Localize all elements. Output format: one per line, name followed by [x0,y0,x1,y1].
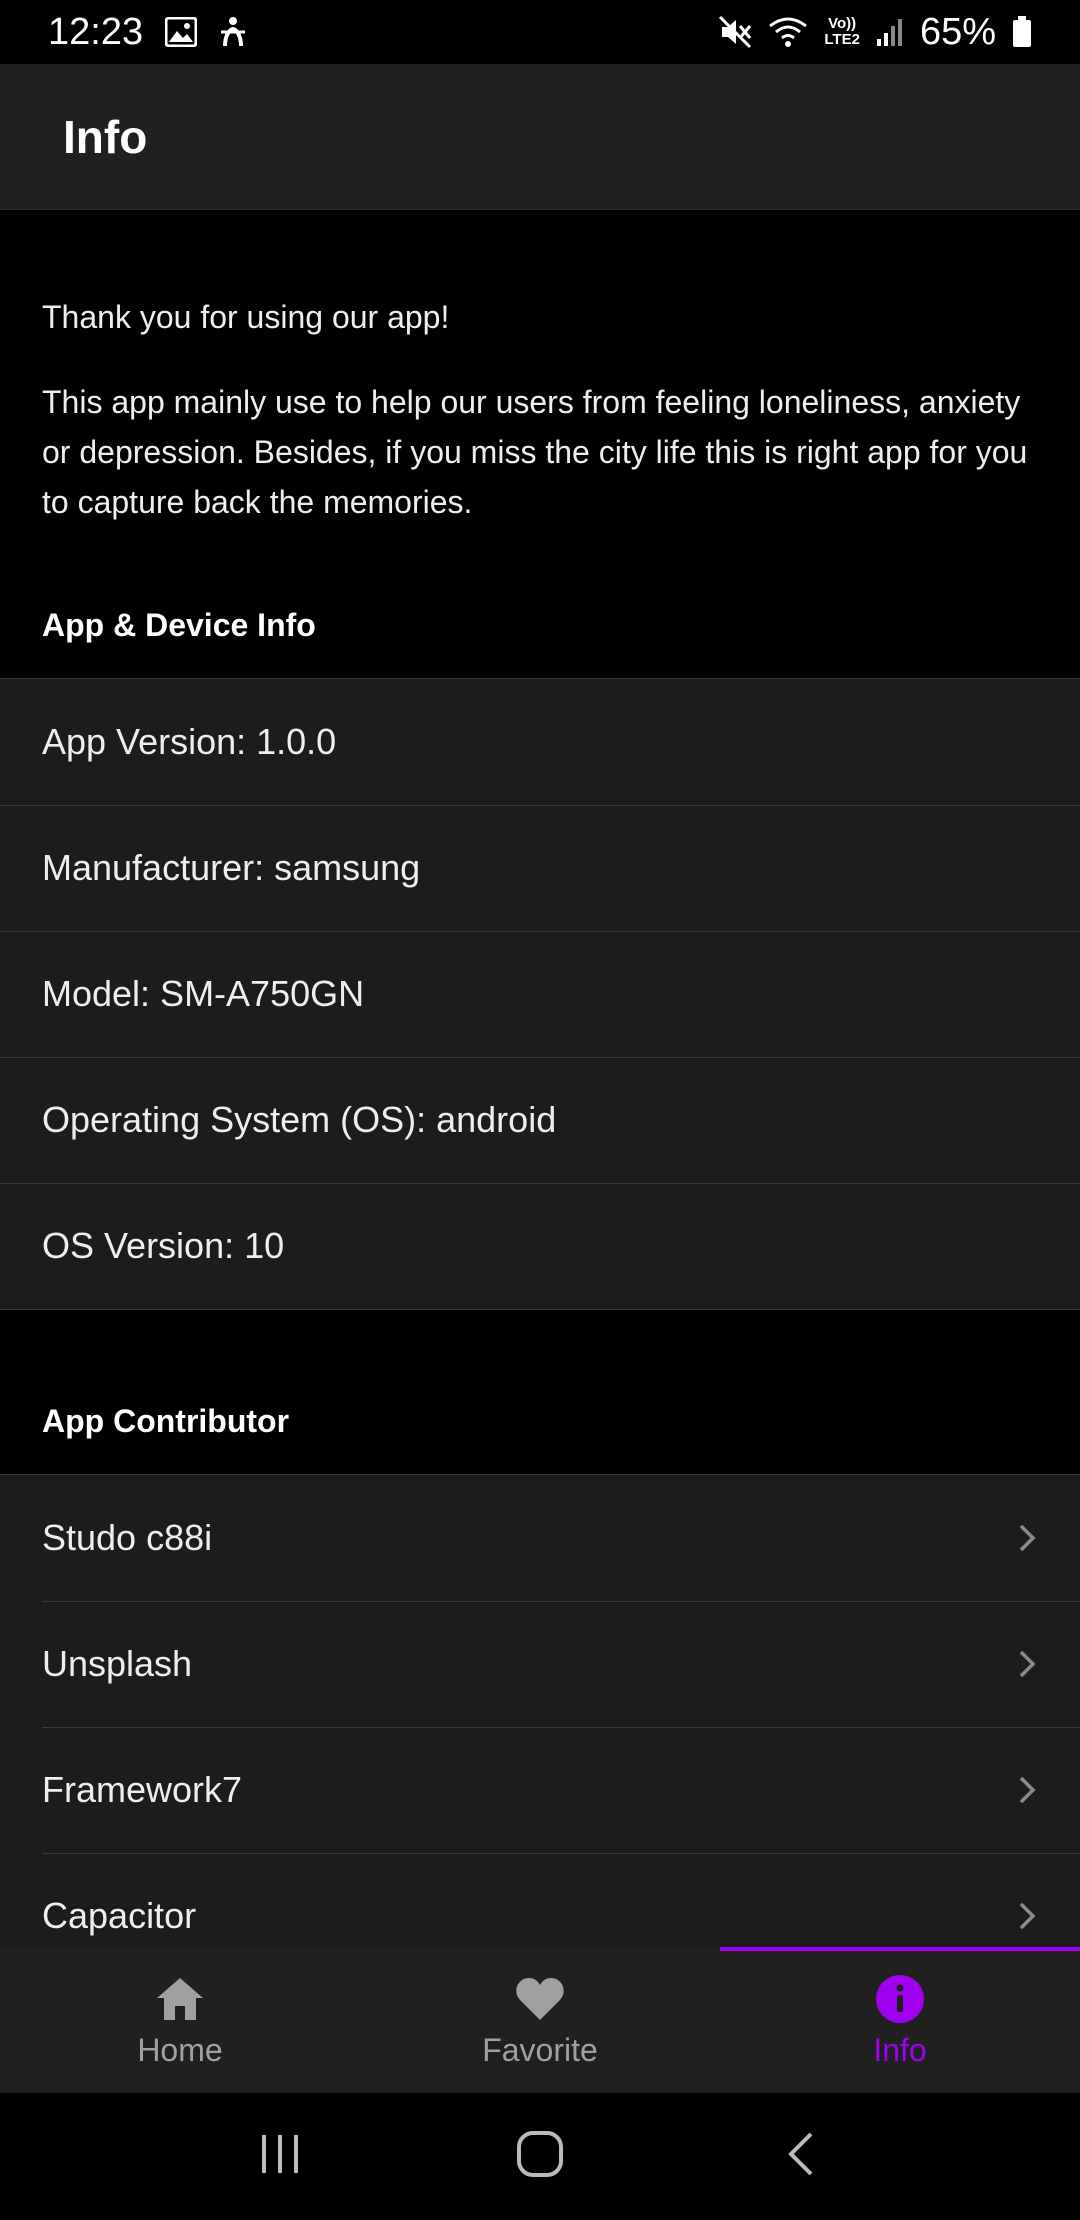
accessibility-icon [219,16,247,48]
chevron-right-icon [1012,1901,1042,1931]
signal-icon [876,17,904,47]
back-arrow-icon [785,2131,815,2182]
intro-block: Thank you for using our app! This app ma… [0,292,1080,527]
tab-favorite[interactable]: Favorite [360,1947,720,2093]
contributor-link-framework7[interactable]: Framework7 [0,1727,1080,1853]
screen: 12:23 Vo)) LTE2 65% Info Thank you for u… [0,0,1080,2220]
system-nav-bar [0,2093,1080,2220]
volte-icon: Vo)) LTE2 [824,15,860,48]
battery-icon [1012,16,1032,48]
thanks-text: Thank you for using our app! [42,299,450,335]
list-item-os-version: OS Version: 10 [0,1183,1080,1309]
page-title: Info [63,110,148,163]
battery-percent: 65% [919,10,996,53]
status-time: 12:23 [48,10,144,53]
recent-apps-button[interactable] [240,2117,320,2197]
tab-home-label: Home [137,2031,223,2068]
tab-favorite-label: Favorite [482,2031,598,2068]
home-circle-icon [515,2129,565,2184]
top-navbar: Info [0,64,1080,210]
home-button[interactable] [500,2117,580,2197]
wifi-icon [768,16,808,48]
device-info-title: App & Device Info [42,607,316,643]
contributor-link-studo[interactable]: Studo c88i [0,1475,1080,1601]
description-text: This app mainly use to help our users fr… [42,384,1028,520]
active-tab-indicator [720,1947,1080,1951]
contributors-title: App Contributor [42,1403,290,1439]
home-icon [153,1972,207,2026]
device-info-list: App Version: 1.0.0 Manufacturer: samsung… [0,678,1080,1310]
contributor-link-capacitor[interactable]: Capacitor [0,1853,1080,1947]
chevron-right-icon [1012,1523,1042,1553]
list-item-os: Operating System (OS): android [0,1057,1080,1183]
list-item-manufacturer: Manufacturer: samsung [0,805,1080,931]
chevron-right-icon [1012,1649,1042,1679]
recent-apps-icon [258,2133,302,2180]
heart-icon [513,1972,567,2026]
mute-icon [718,15,752,49]
tab-info[interactable]: Info [720,1947,1080,2093]
contributors-list: Studo c88i Unsplash Framework7 Capacitor [0,1474,1080,1947]
chevron-right-icon [1012,1775,1042,1805]
info-icon [873,1972,927,2026]
tab-info-label: Info [873,2031,927,2068]
contributor-link-unsplash[interactable]: Unsplash [0,1601,1080,1727]
bottom-tabbar: Home Favorite Info [0,1947,1080,2093]
page-content[interactable]: Thank you for using our app! This app ma… [0,210,1080,1947]
tab-home[interactable]: Home [0,1947,360,2093]
list-item-app-version: App Version: 1.0.0 [42,721,337,762]
gallery-icon [165,17,198,47]
status-bar: 12:23 Vo)) LTE2 65% [0,0,1080,64]
list-item-model: Model: SM-A750GN [0,931,1080,1057]
back-button[interactable] [760,2117,840,2197]
